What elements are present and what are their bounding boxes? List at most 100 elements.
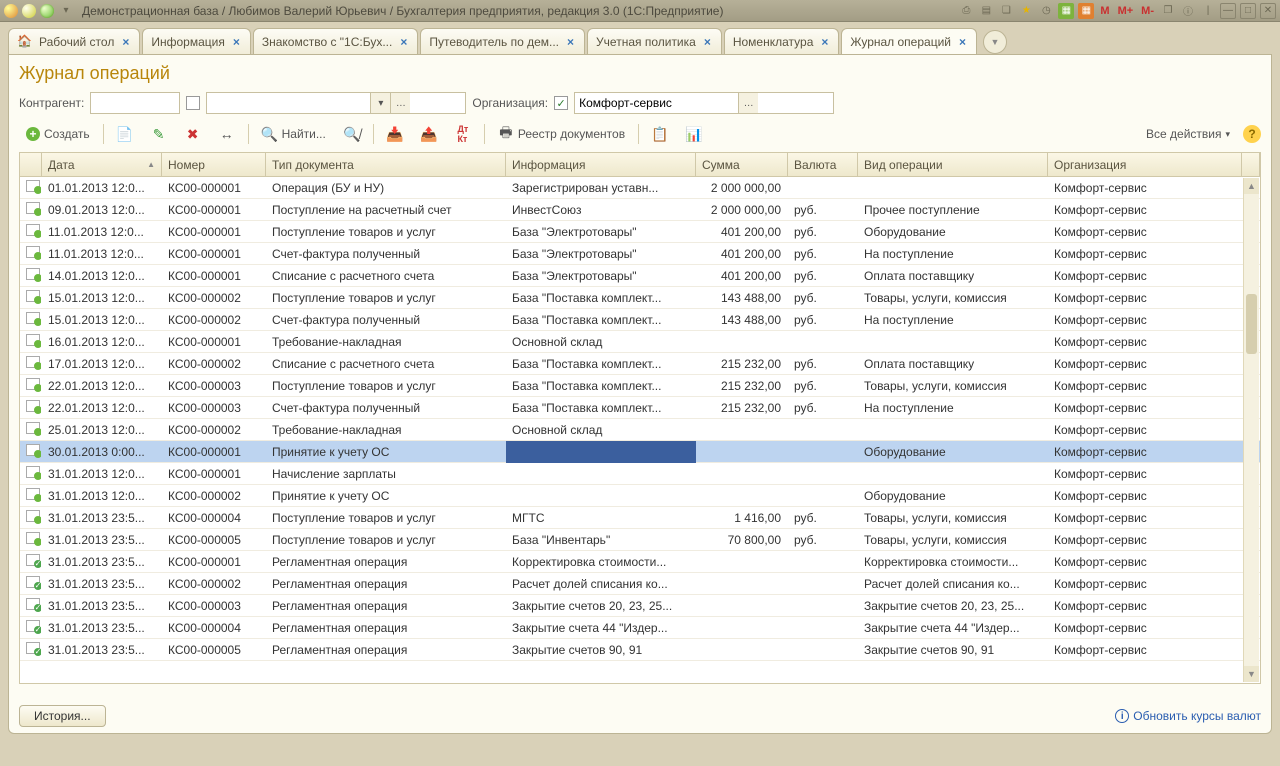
- structure-button[interactable]: 📋: [645, 122, 675, 146]
- table-row[interactable]: 01.01.2013 12:0...КС00-000001Операция (Б…: [20, 177, 1260, 199]
- table-row[interactable]: 15.01.2013 12:0...КС00-000002Поступление…: [20, 287, 1260, 309]
- sysmenu3-icon[interactable]: [40, 4, 54, 18]
- tab-close-icon[interactable]: ×: [957, 35, 968, 49]
- table-row[interactable]: 22.01.2013 12:0...КС00-000003Счет-фактур…: [20, 397, 1260, 419]
- scrollbar[interactable]: ▲ ▼: [1243, 178, 1259, 682]
- delete-button[interactable]: ✖: [178, 122, 208, 146]
- tab-close-icon[interactable]: ×: [398, 35, 409, 49]
- tab-desktop[interactable]: 🏠 Рабочий стол ×: [8, 28, 140, 54]
- calculator-icon[interactable]: ▦: [1058, 3, 1074, 19]
- table-row[interactable]: 31.01.2013 23:5...КС00-000004Поступление…: [20, 507, 1260, 529]
- memory-m-icon[interactable]: M: [1098, 3, 1111, 19]
- history-icon[interactable]: ◷: [1038, 3, 1054, 19]
- table-row[interactable]: 31.01.2013 12:0...КС00-000002Принятие к …: [20, 485, 1260, 507]
- table-row[interactable]: 30.01.2013 0:00...КС00-000001Принятие к …: [20, 441, 1260, 463]
- tab-policy[interactable]: Учетная политика ×: [587, 28, 722, 54]
- copy-button[interactable]: 📄: [110, 122, 140, 146]
- type-input[interactable]: [207, 93, 370, 113]
- table-row[interactable]: 17.01.2013 12:0...КС00-000002Списание с …: [20, 353, 1260, 375]
- col-number[interactable]: Номер: [162, 153, 266, 176]
- info-icon[interactable]: ⓘ: [1180, 3, 1196, 19]
- help-icon[interactable]: ?: [1243, 125, 1261, 143]
- scroll-track[interactable]: [1244, 194, 1259, 666]
- filter-checkbox-1[interactable]: [186, 96, 200, 110]
- calendar-icon[interactable]: ▦: [1078, 3, 1094, 19]
- col-info[interactable]: Информация: [506, 153, 696, 176]
- find-button[interactable]: 🔍 Найти...: [255, 122, 333, 146]
- row-status-icon: [20, 419, 42, 441]
- ellipsis-icon[interactable]: …: [390, 93, 410, 113]
- table-row[interactable]: 22.01.2013 12:0...КС00-000003Поступление…: [20, 375, 1260, 397]
- table-row[interactable]: 31.01.2013 23:5...КС00-000004Регламентна…: [20, 617, 1260, 639]
- report-button[interactable]: 📊: [679, 122, 709, 146]
- tab-close-icon[interactable]: ×: [231, 35, 242, 49]
- memory-mplus-icon[interactable]: M+: [1116, 3, 1136, 19]
- type-combo[interactable]: ▾ …: [206, 92, 466, 114]
- copy-icon[interactable]: ❏: [998, 3, 1014, 19]
- col-org[interactable]: Организация: [1048, 153, 1242, 176]
- tab-close-icon[interactable]: ×: [120, 35, 131, 49]
- update-rates-link[interactable]: i Обновить курсы валют: [1115, 709, 1261, 723]
- table-row[interactable]: 11.01.2013 12:0...КС00-000001Поступление…: [20, 221, 1260, 243]
- col-doctype[interactable]: Тип документа: [266, 153, 506, 176]
- dropdown-icon[interactable]: ▾: [58, 3, 74, 19]
- table-row[interactable]: 31.01.2013 12:0...КС00-000001Начисление …: [20, 463, 1260, 485]
- table-row[interactable]: 25.01.2013 12:0...КС00-000002Требование-…: [20, 419, 1260, 441]
- counterparty-combo[interactable]: …: [90, 92, 180, 114]
- org-combo[interactable]: …: [574, 92, 834, 114]
- save-icon[interactable]: ▤: [978, 3, 994, 19]
- maximize-icon[interactable]: □: [1240, 3, 1256, 19]
- col-currency[interactable]: Валюта: [788, 153, 858, 176]
- print-icon[interactable]: ⎙: [958, 3, 974, 19]
- table-row[interactable]: 11.01.2013 12:0...КС00-000001Счет-фактур…: [20, 243, 1260, 265]
- sysmenu2-icon[interactable]: [22, 4, 36, 18]
- table-row[interactable]: 14.01.2013 12:0...КС00-000001Списание с …: [20, 265, 1260, 287]
- tab-close-icon[interactable]: ×: [565, 35, 576, 49]
- tab-info[interactable]: Информация ×: [142, 28, 251, 54]
- table-row[interactable]: 31.01.2013 23:5...КС00-000002Регламентна…: [20, 573, 1260, 595]
- col-sum[interactable]: Сумма: [696, 153, 788, 176]
- history-button[interactable]: История...: [19, 705, 106, 727]
- table-row[interactable]: 16.01.2013 12:0...КС00-000001Требование-…: [20, 331, 1260, 353]
- tabs-overflow-button[interactable]: ▼: [983, 30, 1007, 54]
- scroll-thumb[interactable]: [1246, 294, 1257, 354]
- edit-button[interactable]: ✎: [144, 122, 174, 146]
- table-row[interactable]: 31.01.2013 23:5...КС00-000001Регламентна…: [20, 551, 1260, 573]
- table-row[interactable]: 09.01.2013 12:0...КС00-000001Поступление…: [20, 199, 1260, 221]
- memory-mminus-icon[interactable]: M-: [1139, 3, 1156, 19]
- table-row[interactable]: 31.01.2013 23:5...КС00-000003Регламентна…: [20, 595, 1260, 617]
- scroll-down-icon[interactable]: ▼: [1244, 666, 1259, 682]
- all-actions-button[interactable]: Все действия ▾: [1139, 122, 1237, 146]
- col-date[interactable]: Дата▲: [42, 153, 162, 176]
- close-icon[interactable]: ✕: [1260, 3, 1276, 19]
- create-button[interactable]: + Создать: [19, 122, 97, 146]
- org-checkbox[interactable]: [554, 96, 568, 110]
- table-row[interactable]: 15.01.2013 12:0...КС00-000002Счет-фактур…: [20, 309, 1260, 331]
- org-input[interactable]: [575, 93, 738, 113]
- col-optype[interactable]: Вид операции: [858, 153, 1048, 176]
- col-icon[interactable]: [20, 153, 42, 176]
- tab-guide[interactable]: Путеводитель по дем... ×: [420, 28, 585, 54]
- refresh-button[interactable]: ↔: [212, 122, 242, 146]
- minimize-icon[interactable]: —: [1220, 3, 1236, 19]
- table-row[interactable]: 31.01.2013 23:5...КС00-000005Регламентна…: [20, 639, 1260, 661]
- table-row[interactable]: 31.01.2013 23:5...КС00-000005Поступление…: [20, 529, 1260, 551]
- scroll-up-icon[interactable]: ▲: [1244, 178, 1259, 194]
- tab-journal[interactable]: Журнал операций ×: [841, 28, 977, 54]
- ellipsis-icon[interactable]: …: [738, 93, 758, 113]
- dtkt-button[interactable]: ДтКт: [448, 122, 478, 146]
- tab-close-icon[interactable]: ×: [819, 35, 830, 49]
- dropdown-icon[interactable]: ▾: [370, 93, 390, 113]
- tab-intro[interactable]: Знакомство с "1С:Бух... ×: [253, 28, 419, 54]
- grid-body[interactable]: 01.01.2013 12:0...КС00-000001Операция (Б…: [20, 177, 1260, 683]
- unpost-button[interactable]: 📤: [414, 122, 444, 146]
- tab-nomenclature[interactable]: Номенклатура ×: [724, 28, 840, 54]
- tab-close-icon[interactable]: ×: [702, 35, 713, 49]
- clear-find-button[interactable]: 🔍̸: [337, 122, 367, 146]
- registry-button[interactable]: 🖶 Реестр документов: [491, 122, 632, 146]
- post-button[interactable]: 📥: [380, 122, 410, 146]
- windows-icon[interactable]: ❐: [1160, 3, 1176, 19]
- cell-org: Комфорт-сервис: [1048, 463, 1260, 485]
- sysmenu-icon[interactable]: [4, 4, 18, 18]
- favorite-icon[interactable]: ★: [1018, 3, 1034, 19]
